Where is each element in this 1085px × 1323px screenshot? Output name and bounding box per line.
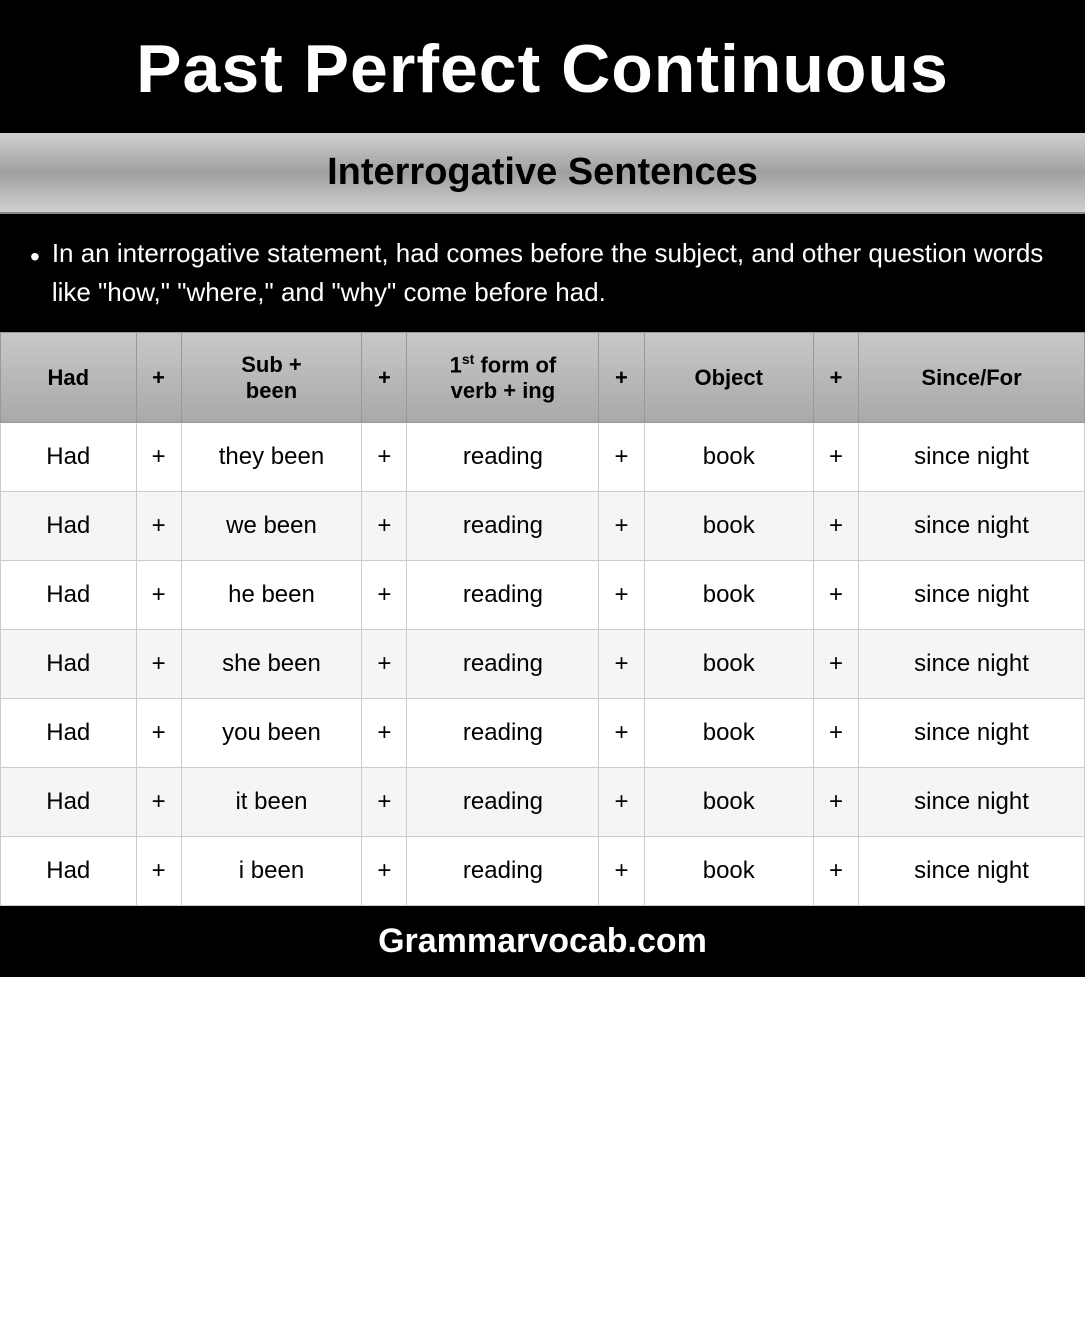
header-sub: Sub +been (181, 333, 362, 423)
subtitle-bar: Interrogative Sentences (0, 133, 1085, 214)
cell-plus2: + (362, 561, 407, 630)
cell-since: since night (859, 561, 1085, 630)
cell-had: Had (1, 561, 137, 630)
cell-plus2: + (362, 630, 407, 699)
cell-plus1: + (136, 768, 181, 837)
cell-sub: i been (181, 837, 362, 906)
bullet-icon: • (30, 236, 40, 312)
cell-plus4: + (813, 699, 858, 768)
cell-verb: reading (407, 699, 599, 768)
table-row: Had+it been+reading+book+since night (1, 768, 1085, 837)
cell-had: Had (1, 699, 137, 768)
cell-since: since night (859, 837, 1085, 906)
cell-plus1: + (136, 630, 181, 699)
cell-plus3: + (599, 699, 644, 768)
cell-since: since night (859, 768, 1085, 837)
header: Past Perfect Continuous (0, 0, 1085, 133)
cell-plus1: + (136, 423, 181, 492)
table-container: Had + Sub +been + 1st form ofverb + ing … (0, 332, 1085, 906)
cell-verb: reading (407, 630, 599, 699)
cell-sub: it been (181, 768, 362, 837)
description-bullet: • In an interrogative statement, had com… (30, 234, 1055, 312)
cell-sub: we been (181, 492, 362, 561)
cell-object: book (644, 492, 813, 561)
cell-object: book (644, 699, 813, 768)
table-row: Had+we been+reading+book+since night (1, 492, 1085, 561)
cell-verb: reading (407, 768, 599, 837)
table-row: Had+she been+reading+book+since night (1, 630, 1085, 699)
cell-sub: you been (181, 699, 362, 768)
cell-plus3: + (599, 837, 644, 906)
cell-since: since night (859, 423, 1085, 492)
header-plus1: + (136, 333, 181, 423)
subtitle-text: Interrogative Sentences (20, 151, 1065, 194)
table-row: Had+he been+reading+book+since night (1, 561, 1085, 630)
cell-plus2: + (362, 768, 407, 837)
grammar-table: Had + Sub +been + 1st form ofverb + ing … (0, 332, 1085, 906)
cell-object: book (644, 630, 813, 699)
cell-had: Had (1, 768, 137, 837)
cell-plus1: + (136, 492, 181, 561)
page-title: Past Perfect Continuous (20, 30, 1065, 108)
cell-verb: reading (407, 561, 599, 630)
cell-plus3: + (599, 630, 644, 699)
table-row: Had+i been+reading+book+since night (1, 837, 1085, 906)
cell-plus4: + (813, 837, 858, 906)
cell-since: since night (859, 492, 1085, 561)
cell-plus1: + (136, 699, 181, 768)
description-section: • In an interrogative statement, had com… (0, 214, 1085, 332)
cell-plus4: + (813, 423, 858, 492)
cell-object: book (644, 837, 813, 906)
table-row: Had+they been+reading+book+since night (1, 423, 1085, 492)
cell-had: Had (1, 630, 137, 699)
cell-since: since night (859, 630, 1085, 699)
cell-plus4: + (813, 492, 858, 561)
cell-had: Had (1, 423, 137, 492)
cell-plus2: + (362, 837, 407, 906)
footer: Grammarvocab.com (0, 906, 1085, 977)
header-plus3: + (599, 333, 644, 423)
cell-sub: she been (181, 630, 362, 699)
header-object: Object (644, 333, 813, 423)
table-header-row: Had + Sub +been + 1st form ofverb + ing … (1, 333, 1085, 423)
cell-plus2: + (362, 492, 407, 561)
footer-text: Grammarvocab.com (378, 922, 707, 960)
cell-plus4: + (813, 561, 858, 630)
cell-verb: reading (407, 837, 599, 906)
cell-had: Had (1, 837, 137, 906)
cell-plus3: + (599, 492, 644, 561)
table-row: Had+you been+reading+book+since night (1, 699, 1085, 768)
cell-plus3: + (599, 768, 644, 837)
cell-verb: reading (407, 492, 599, 561)
cell-verb: reading (407, 423, 599, 492)
cell-object: book (644, 561, 813, 630)
cell-plus3: + (599, 423, 644, 492)
cell-plus2: + (362, 423, 407, 492)
cell-plus1: + (136, 561, 181, 630)
cell-plus4: + (813, 630, 858, 699)
header-verb: 1st form ofverb + ing (407, 333, 599, 423)
header-plus4: + (813, 333, 858, 423)
header-had: Had (1, 333, 137, 423)
description-text: In an interrogative statement, had comes… (52, 234, 1055, 312)
cell-object: book (644, 423, 813, 492)
cell-plus4: + (813, 768, 858, 837)
cell-object: book (644, 768, 813, 837)
cell-plus1: + (136, 837, 181, 906)
cell-sub: they been (181, 423, 362, 492)
cell-plus2: + (362, 699, 407, 768)
cell-sub: he been (181, 561, 362, 630)
cell-had: Had (1, 492, 137, 561)
header-since: Since/For (859, 333, 1085, 423)
cell-plus3: + (599, 561, 644, 630)
header-plus2: + (362, 333, 407, 423)
cell-since: since night (859, 699, 1085, 768)
